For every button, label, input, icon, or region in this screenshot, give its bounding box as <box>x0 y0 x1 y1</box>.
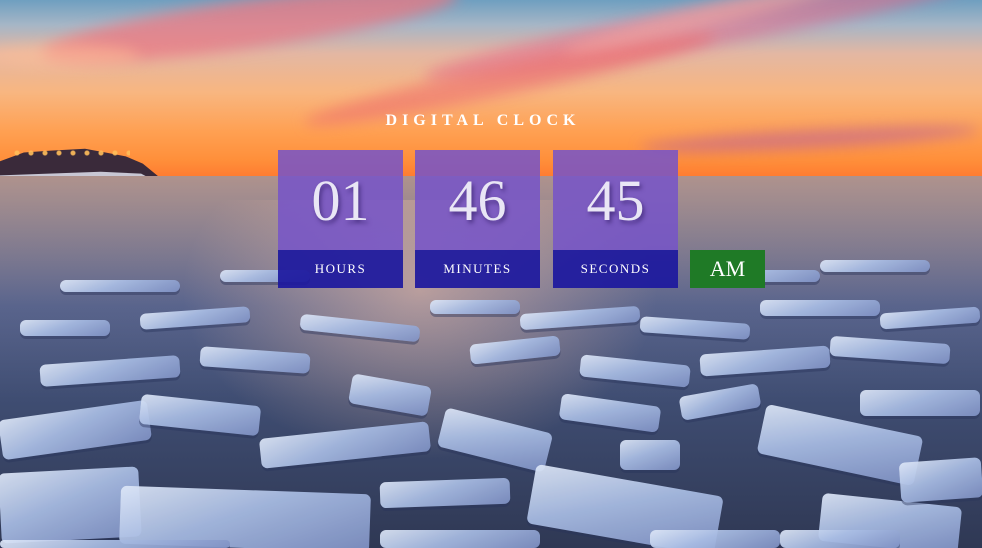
hours-box: 01 <box>278 150 403 250</box>
minutes-box: 46 <box>415 150 540 250</box>
ice-floe <box>430 300 520 314</box>
minutes-label-box: MINUTES <box>415 250 540 288</box>
am-pm-label: AM <box>709 256 746 281</box>
seconds-unit: 45 SECONDS <box>553 150 678 288</box>
ice-floe <box>20 320 110 336</box>
ice-floe <box>860 390 980 416</box>
seconds-value: 45 <box>586 167 645 233</box>
ice-floe <box>898 457 982 503</box>
ice-floe <box>650 530 780 548</box>
cloud <box>0 44 140 68</box>
hours-value: 01 <box>311 167 370 233</box>
am-pm-badge: AM <box>690 250 765 288</box>
ice-floe <box>60 280 180 292</box>
minutes-unit: 46 MINUTES <box>415 150 540 288</box>
ice-floe <box>380 530 540 548</box>
ice-floe <box>119 485 371 548</box>
hours-label: HOURS <box>314 261 367 276</box>
ice-floe <box>620 440 680 470</box>
ice-floe <box>379 477 511 509</box>
minutes-value: 46 <box>448 167 507 233</box>
seconds-box: 45 <box>553 150 678 250</box>
hours-unit: 01 HOURS <box>278 150 403 288</box>
hours-label-box: HOURS <box>278 250 403 288</box>
ice-floe <box>0 540 230 548</box>
ice-floe <box>760 300 880 316</box>
clock-title: DIGITAL CLOCK <box>385 112 581 129</box>
ice-floe <box>780 530 900 548</box>
shore-lights <box>10 148 130 158</box>
ice-floe <box>820 260 930 272</box>
minutes-label: MINUTES <box>443 261 512 276</box>
seconds-label-box: SECONDS <box>553 250 678 288</box>
seconds-label: SECONDS <box>580 261 651 276</box>
